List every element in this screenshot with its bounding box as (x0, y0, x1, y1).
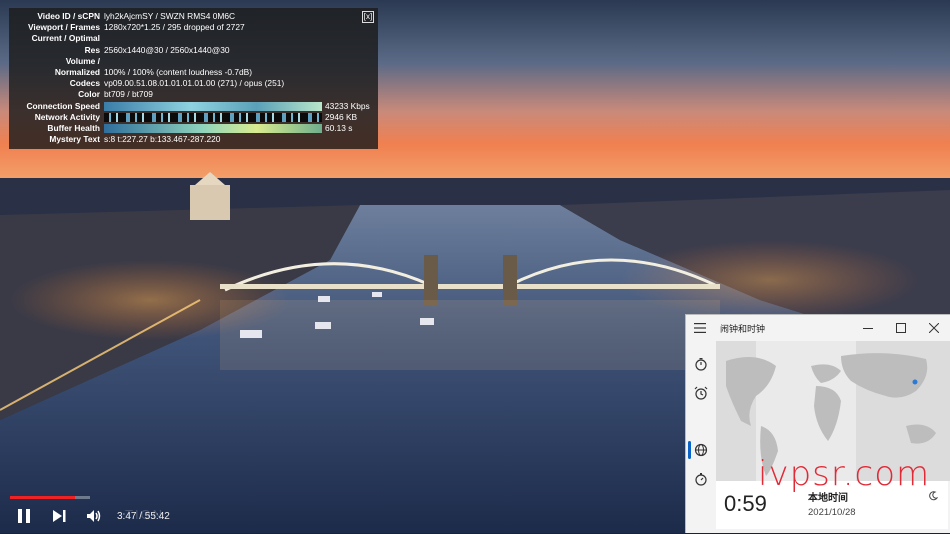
progress-fill (10, 496, 75, 499)
network-activity-graph (104, 112, 322, 122)
next-icon (53, 510, 66, 522)
minimize-button[interactable] (851, 315, 884, 341)
local-date: 2021/10/28 (808, 507, 856, 518)
buffer-health-graph (104, 123, 322, 133)
connection-speed-graph (104, 101, 322, 111)
stats-row-viewport: Viewport / Frames 1280x720*1.25 / 295 dro… (28, 22, 245, 33)
window-controls (851, 315, 950, 341)
pause-button[interactable] (12, 505, 36, 527)
stats-for-nerds-panel: [x] Video ID / sCPN lyh2kAjcmSY / SWZN RM… (9, 8, 378, 149)
close-button[interactable] (917, 315, 950, 341)
world-clock-icon[interactable] (694, 443, 708, 457)
stats-row-normalized: Normalized 100% / 100% (content loudness … (54, 66, 253, 77)
volume-button[interactable] (82, 505, 106, 527)
stats-row-network-activity: Network Activity 2946 KB (34, 111, 358, 122)
hamburger-icon (694, 323, 706, 333)
stats-row-buffer-health: Buffer Health 60.13 s (47, 122, 353, 133)
minimize-icon (862, 328, 873, 329)
window-title: 闹钟和时钟 (720, 323, 766, 334)
nav-sidebar (686, 341, 716, 534)
stats-row-video-id: Video ID / sCPN lyh2kAjcmSY / SWZN RMS4 0… (37, 11, 236, 21)
player-controls: 3:47 / 55:42 (12, 505, 170, 527)
menu-button[interactable] (686, 315, 714, 341)
next-button[interactable] (47, 505, 71, 527)
stats-row-codecs: Codecs vp09.00.51.08.01.01.01.01.00 (271)… (69, 78, 285, 89)
alarm-icon[interactable] (694, 386, 708, 400)
stats-row-current-optimal: Current / Optimal (31, 33, 100, 44)
time-display: 3:47 / 55:42 (117, 510, 170, 522)
timer-icon[interactable] (694, 357, 708, 371)
site-watermark: ivpsr.com (758, 454, 931, 494)
stats-row-connection-speed: Connection Speed 43233 Kbps (26, 100, 370, 111)
title-bar[interactable]: 闹钟和时钟 (686, 315, 950, 341)
close-icon (928, 323, 939, 333)
stopwatch-icon[interactable] (694, 472, 708, 486)
selected-indicator (688, 441, 691, 459)
stats-row-mystery: Mystery Text s:8 t:227.27 b:133.467-287.2… (49, 134, 221, 145)
volume-icon (87, 510, 101, 522)
local-time: 0:59 (724, 491, 767, 516)
pause-icon (18, 509, 30, 523)
progress-bar[interactable] (10, 496, 90, 499)
stats-close-button[interactable]: [x] (362, 11, 374, 23)
stats-row-color: Color bt709 / bt709 (78, 89, 153, 100)
maximize-button[interactable] (884, 315, 917, 341)
stats-row-res: Res 2560x1440@30 / 2560x1440@30 (84, 44, 230, 55)
stats-row-volume: Volume / (65, 55, 100, 66)
clock-app-window: 闹钟和时钟 0:59 本地时间 2021/10/28 (685, 314, 950, 533)
maximize-icon (895, 323, 906, 333)
